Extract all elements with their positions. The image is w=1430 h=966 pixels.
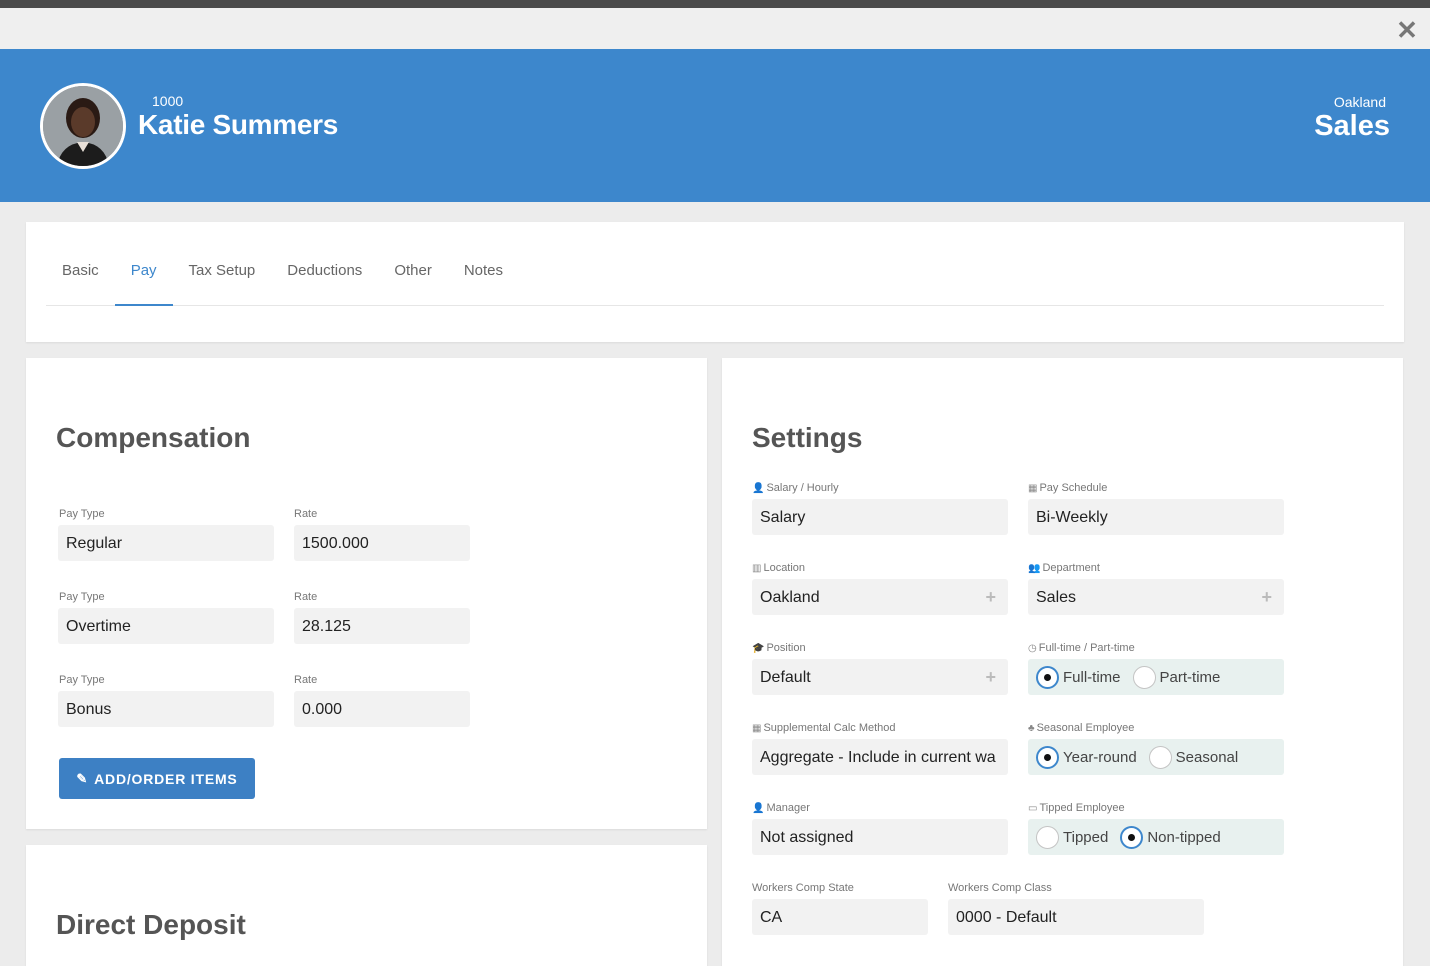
tipped-radio-group: Tipped Non-tipped [1028, 819, 1284, 855]
full-part-time-label: ◷ Full-time / Part-time [1028, 642, 1135, 654]
header-location: Oakland [1333, 94, 1386, 110]
non-tipped-label[interactable]: Non-tipped [1147, 829, 1220, 846]
plus-icon[interactable]: + [1261, 587, 1272, 608]
non-tipped-radio[interactable] [1120, 825, 1144, 849]
department-field[interactable]: Sales + [1028, 579, 1284, 615]
plus-icon[interactable]: + [985, 587, 996, 608]
pay-schedule-label: ▦ Pay Schedule [1028, 482, 1108, 494]
supplemental-calc-field[interactable]: Aggregate - Include in current wa [752, 739, 1008, 775]
seasonal-label[interactable]: Seasonal [1176, 749, 1239, 766]
location-field[interactable]: Oakland + [752, 579, 1008, 615]
pay-type-label: Pay Type [59, 508, 105, 520]
settings-title: Settings [752, 422, 863, 453]
direct-deposit-card: Direct Deposit [26, 845, 707, 966]
rate-label: Rate [294, 591, 318, 603]
manager-field[interactable]: Not assigned [752, 819, 1008, 855]
location-value: Oakland [760, 589, 820, 606]
employee-banner: 1000 Katie Summers Oakland Sales [0, 49, 1430, 202]
position-value: Default [760, 669, 811, 686]
salary-hourly-field[interactable]: Salary [752, 499, 1008, 535]
modal-top-bar: ✕ [0, 8, 1430, 49]
building-icon: ▥ [752, 563, 762, 574]
clock-icon: ◷ [1028, 643, 1037, 654]
rate-field[interactable]: 1500.000 [294, 525, 470, 561]
seasonal-radio-group: Year-round Seasonal [1028, 739, 1284, 775]
compensation-card: Compensation Pay Type Regular Rate 1500.… [26, 358, 707, 829]
salary-hourly-label: 👤 Salary / Hourly [752, 482, 839, 494]
close-icon[interactable]: ✕ [1396, 17, 1418, 43]
rate-label: Rate [294, 508, 318, 520]
department-label: 👥 Department [1028, 562, 1100, 574]
avatar [40, 83, 126, 169]
user-icon: 👤 [752, 483, 765, 494]
full-part-time-radio-group: Full-time Part-time [1028, 659, 1284, 695]
workers-comp-state-field[interactable]: CA [752, 899, 928, 935]
part-time-label[interactable]: Part-time [1160, 669, 1221, 686]
tab-notes[interactable]: Notes [448, 250, 519, 306]
pay-type-field[interactable]: Overtime [58, 608, 274, 644]
year-round-label[interactable]: Year-round [1063, 749, 1137, 766]
tab-tax-setup[interactable]: Tax Setup [173, 250, 272, 306]
add-order-items-button[interactable]: ✎ ADD/ORDER ITEMS [59, 758, 255, 799]
tab-pay[interactable]: Pay [114, 250, 173, 306]
pay-type-label: Pay Type [59, 591, 105, 603]
part-time-radio[interactable] [1132, 665, 1156, 689]
calculator-icon: ▦ [752, 723, 762, 734]
pay-schedule-field[interactable]: Bi-Weekly [1028, 499, 1284, 535]
tab-basic[interactable]: Basic [46, 250, 115, 306]
user-icon: 👤 [752, 803, 765, 814]
position-label: 🎓 Position [752, 642, 806, 654]
workers-comp-state-label: Workers Comp State [752, 882, 854, 894]
rate-field[interactable]: 0.000 [294, 691, 470, 727]
employee-name: Katie Summers [138, 109, 338, 140]
manager-label: 👤 Manager [752, 802, 810, 814]
rate-field[interactable]: 28.125 [294, 608, 470, 644]
seasonal-radio[interactable] [1148, 745, 1172, 769]
supplemental-calc-label: ▦ Supplemental Calc Method [752, 722, 896, 734]
avatar-photo [43, 86, 123, 166]
compensation-title: Compensation [56, 422, 251, 453]
tipped-employee-label: ▭ Tipped Employee [1028, 802, 1125, 814]
top-window-strip [0, 0, 1430, 8]
seasonal-employee-label: ♣ Seasonal Employee [1028, 722, 1135, 734]
pay-type-field[interactable]: Bonus [58, 691, 274, 727]
settings-card: Settings 👤 Salary / Hourly Salary ▦ Pay Sc… [722, 358, 1403, 966]
tab-bar: Basic Pay Tax Setup Deductions Other Not… [46, 250, 1384, 306]
location-label: ▥ Location [752, 562, 806, 574]
employee-id: 1000 [152, 93, 184, 109]
tipped-radio[interactable] [1036, 825, 1059, 849]
tabs-card: Basic Pay Tax Setup Deductions Other Not… [26, 222, 1404, 342]
graduation-cap-icon: 🎓 [752, 643, 765, 654]
users-icon: 👥 [1028, 563, 1041, 574]
pay-type-label: Pay Type [59, 674, 105, 686]
header-department: Sales [1314, 110, 1390, 142]
edit-icon: ✎ [76, 770, 89, 786]
workers-comp-class-label: Workers Comp Class [948, 882, 1052, 894]
direct-deposit-title: Direct Deposit [56, 909, 246, 940]
money-icon: ▭ [1028, 803, 1038, 814]
position-field[interactable]: Default + [752, 659, 1008, 695]
plus-icon[interactable]: + [985, 667, 996, 688]
year-round-radio[interactable] [1036, 745, 1059, 769]
tab-deductions[interactable]: Deductions [271, 250, 378, 306]
tipped-label[interactable]: Tipped [1063, 829, 1108, 846]
add-order-items-label: ADD/ORDER ITEMS [94, 770, 238, 787]
tab-other[interactable]: Other [378, 250, 448, 306]
rate-label: Rate [294, 674, 318, 686]
workers-comp-class-field[interactable]: 0000 - Default [948, 899, 1204, 935]
department-value: Sales [1036, 589, 1077, 606]
tree-icon: ♣ [1028, 723, 1035, 734]
full-time-radio[interactable] [1036, 665, 1059, 689]
pay-type-field[interactable]: Regular [58, 525, 274, 561]
full-time-label[interactable]: Full-time [1063, 669, 1121, 686]
calendar-icon: ▦ [1028, 483, 1038, 494]
